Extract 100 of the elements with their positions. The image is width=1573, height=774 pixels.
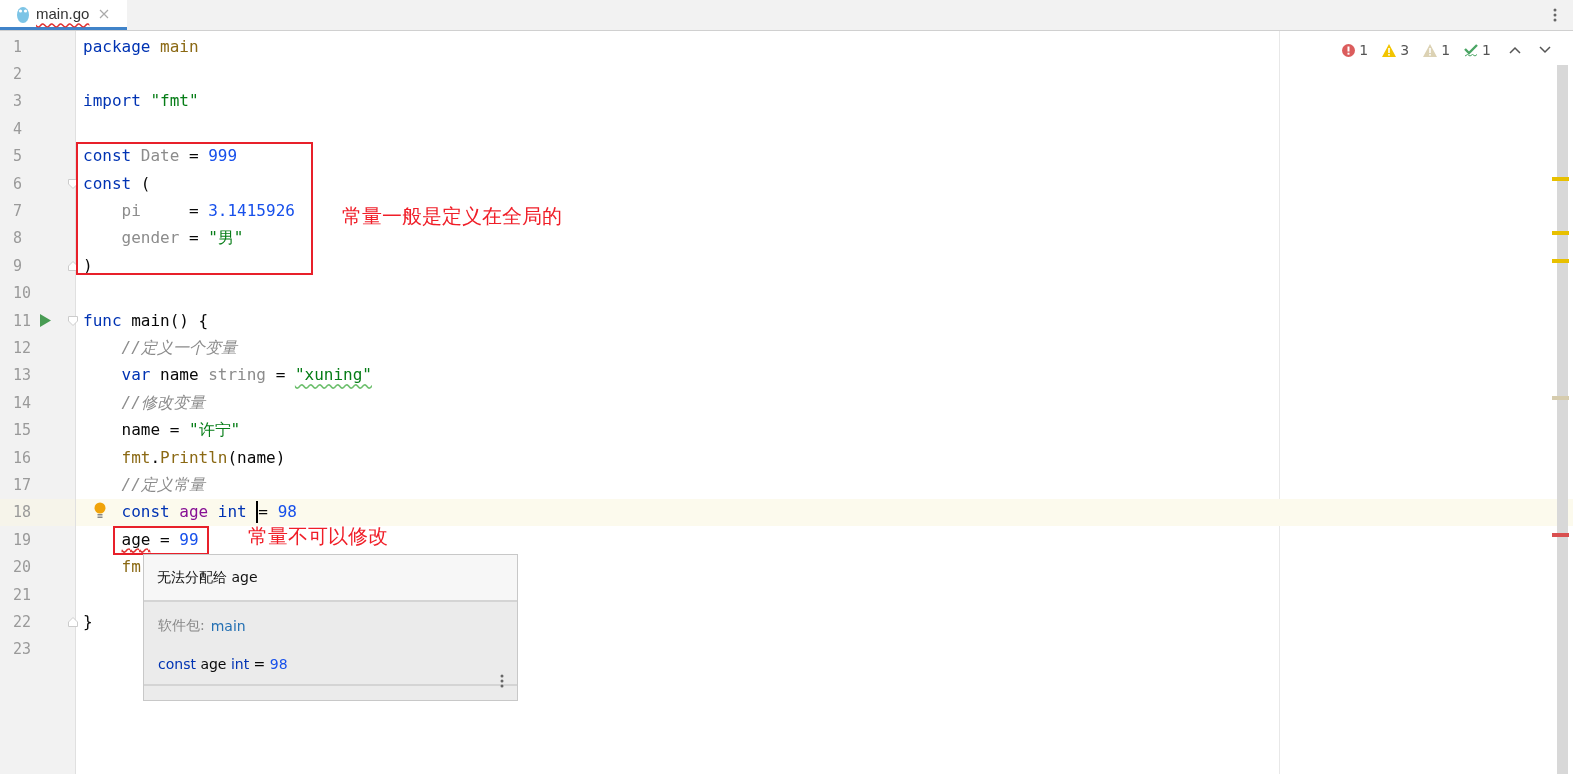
annotation-text: 常量不可以修改 [248,523,388,550]
code-token: ( [140,173,151,194]
count-label: 1 [1359,42,1369,58]
warning-icon [1382,43,1397,57]
line-number: 2 [13,65,23,84]
code-token: const [158,656,197,672]
code-token: = [252,656,267,672]
line-number: 16 [13,448,32,467]
code-token: 98 [269,656,288,672]
scrollbar[interactable] [1557,65,1568,774]
code-token: () { [169,310,209,331]
code-token: "许宁" [188,420,241,441]
code-token: 3.1415926 [208,201,295,222]
code-token: age [179,502,210,523]
line-number: 4 [13,119,23,138]
code-token: package [83,36,152,57]
code-token: = [258,502,269,523]
code-token: Date [140,146,180,167]
code-token: name = [121,420,181,441]
code-token: "男" [208,228,244,249]
code-token: gender [121,228,181,249]
line-number: 23 [13,640,32,659]
gopher-icon [16,4,30,23]
code-token: "fmt" [150,91,199,112]
tooltip-title: 无法分配给 age [157,568,258,587]
code-token: int [217,502,248,523]
code-token: main [160,36,199,57]
run-icon[interactable] [40,314,51,328]
annotation-text: 常量一般是定义在全局的 [342,203,562,230]
error-stripe-mark[interactable] [1552,176,1569,181]
code-token: = [188,228,200,249]
count-label: 1 [1441,42,1451,58]
code-token: fmt [121,447,151,468]
code-token: fm [121,557,141,578]
chevron-down-icon[interactable] [1539,46,1551,54]
code-token: int [230,656,250,672]
inspection-counter[interactable]: 1 [1423,42,1451,58]
code-token: const [83,146,133,167]
lightbulb-icon[interactable] [94,501,106,519]
code-token: 999 [208,146,238,167]
code-token: = [187,146,200,167]
line-number: 11 [13,311,32,330]
fold-icon[interactable] [68,178,78,189]
more-icon[interactable] [1553,8,1557,22]
line-number: 18 [13,503,32,522]
line-number: 12 [13,339,32,357]
line-number: 6 [13,174,23,193]
file-tab[interactable]: main.go [0,0,127,30]
chevron-up-icon[interactable] [1509,46,1521,54]
line-number: 5 [13,147,23,166]
line-number: 19 [13,530,32,549]
code-token: func [83,310,123,331]
code-token: ) [83,255,93,276]
code-token: import [83,91,142,112]
code-token: Println [160,447,228,468]
inspection-counter[interactable]: 1 [1342,42,1369,58]
more-icon[interactable] [500,674,504,688]
code-token: = [188,201,200,222]
error-stripe-mark[interactable] [1552,258,1569,263]
code-token: main [131,310,170,331]
count-label: 1 [1482,42,1491,58]
package-link[interactable]: main [210,618,246,634]
code-token: //定义常量 [121,474,205,495]
code-token: pi [121,201,142,222]
code-token: = [274,365,287,386]
code-token: const [121,502,171,523]
line-number: 21 [13,585,32,604]
code-token: name [160,365,200,386]
warning-icon [1423,43,1438,57]
code-token: //定义一个变量 [121,338,237,358]
line-number: 3 [13,92,23,111]
line-number: 14 [13,393,32,412]
package-label: 软件包: [158,617,205,635]
error-stripe-mark[interactable] [1552,532,1569,537]
close-icon[interactable] [99,8,110,19]
code-token: age [121,529,151,550]
code-token: = [159,529,171,550]
code-token: (name) [227,447,286,468]
code-token: var [121,365,152,386]
code-token: "xuning" [294,365,372,386]
code-token: . [150,447,161,468]
line-number: 10 [13,284,32,303]
line-number: 20 [13,558,32,577]
line-number: 22 [13,612,32,631]
inspection-counter[interactable]: 1 [1464,42,1491,58]
code-token: age [200,656,228,672]
line-number: 15 [13,421,32,440]
checkmark-icon [1464,43,1479,57]
fold-icon[interactable] [68,260,78,271]
error-icon [1342,43,1356,57]
code-token: //修改变量 [121,392,205,413]
inspection-counter[interactable]: 3 [1382,42,1410,58]
code-token: } [83,611,93,632]
code-token: 98 [277,502,297,523]
line-number: 17 [13,475,32,494]
line-number: 8 [13,229,23,248]
line-number: 9 [13,256,23,275]
error-stripe-mark[interactable] [1552,231,1569,236]
count-label: 3 [1400,42,1410,58]
code-token: string [208,365,266,386]
